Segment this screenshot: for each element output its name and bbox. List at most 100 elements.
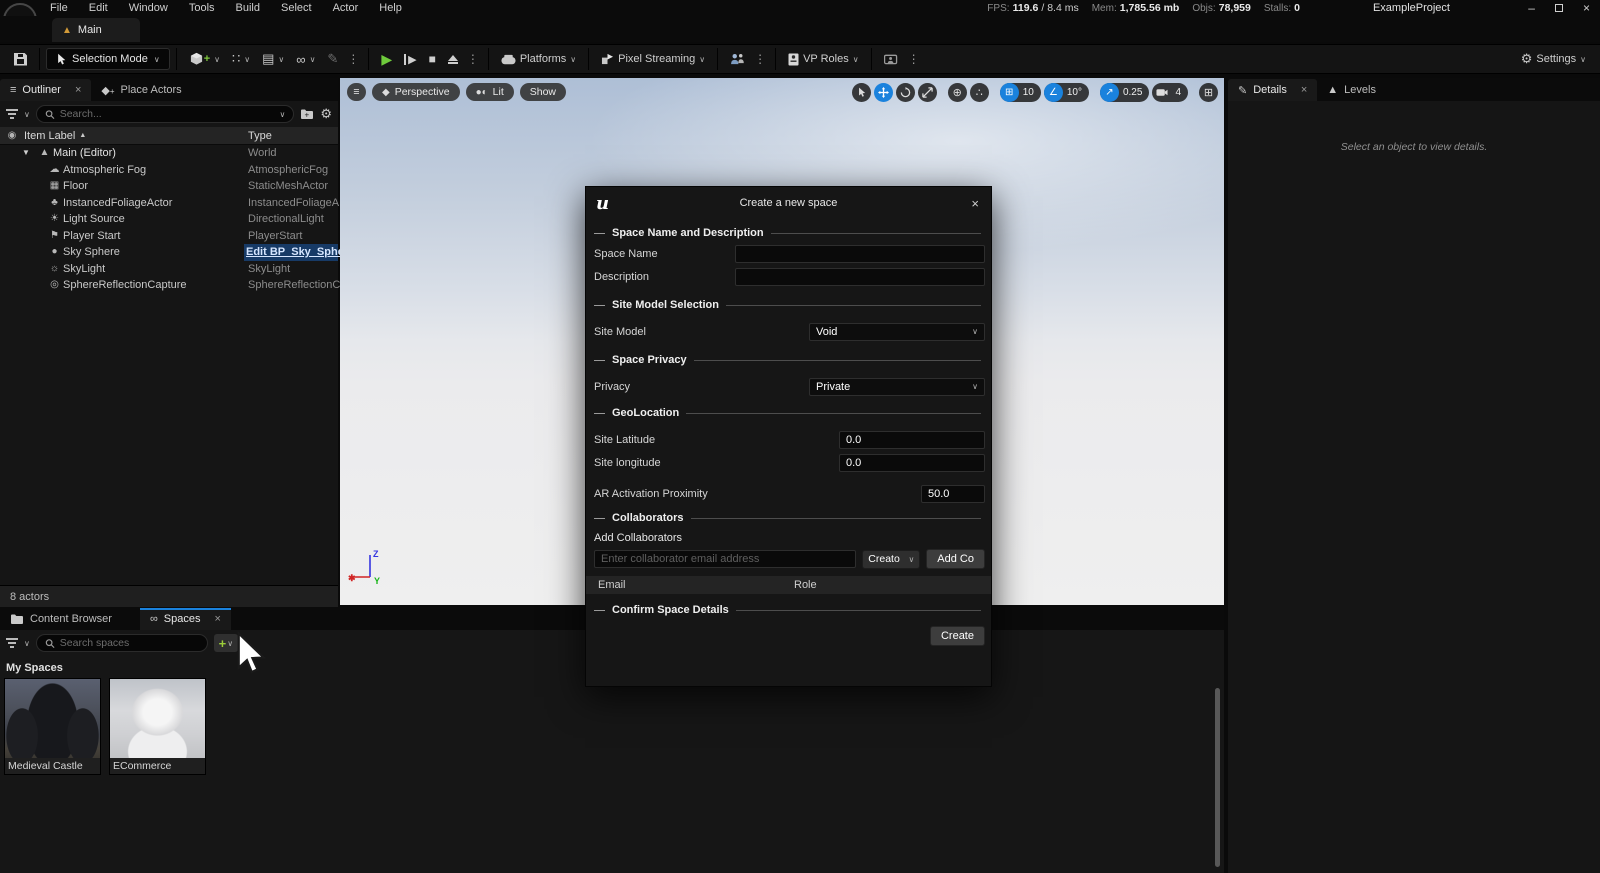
surface-snap-button[interactable]: ∴: [970, 83, 989, 102]
virtual-camera-button[interactable]: [878, 47, 905, 71]
menu-item[interactable]: Actor: [333, 2, 359, 14]
close-icon[interactable]: ×: [1583, 2, 1590, 14]
chevron-down-icon[interactable]: ∨: [24, 639, 30, 648]
space-card[interactable]: Medieval Castle: [4, 678, 101, 775]
filter-icon[interactable]: [6, 109, 18, 119]
close-icon[interactable]: ×: [75, 84, 81, 96]
add-collaborator-button[interactable]: Add Co: [926, 549, 985, 569]
more-options-icon[interactable]: ⋮: [344, 52, 362, 66]
space-card[interactable]: ECommerce: [109, 678, 206, 775]
play-options-icon[interactable]: ⋮: [464, 52, 482, 66]
collaborator-email-field[interactable]: [594, 550, 856, 568]
lit-dropdown[interactable]: ◐Lit: [466, 83, 514, 101]
menu-item[interactable]: Select: [281, 2, 312, 14]
menu-item[interactable]: Edit: [89, 2, 108, 14]
tree-row[interactable]: Player Start PlayerStart: [0, 228, 338, 245]
site-model-select[interactable]: Void∨: [809, 323, 985, 341]
menu-item[interactable]: Help: [379, 2, 402, 14]
menu-item[interactable]: Tools: [189, 2, 215, 14]
settings-dropdown[interactable]: ⚙Settings∨: [1515, 47, 1592, 71]
menu-item[interactable]: Build: [236, 2, 260, 14]
menu-item[interactable]: Window: [129, 2, 168, 14]
collab-button[interactable]: [724, 47, 751, 71]
scrollbar[interactable]: [1215, 688, 1220, 867]
maximize-icon[interactable]: [1555, 4, 1563, 12]
tree-row[interactable]: Main (Editor) World: [0, 145, 338, 162]
selection-mode-dropdown[interactable]: Selection Mode ∨: [46, 48, 170, 70]
tree-row[interactable]: SkyLight SkyLight: [0, 261, 338, 278]
search-input[interactable]: [60, 108, 275, 120]
viewport-menu-button[interactable]: ≡: [347, 83, 366, 101]
tab-levels[interactable]: ▲ Levels: [1317, 79, 1386, 101]
add-actor-dropdown[interactable]: +∨: [183, 47, 226, 71]
section-collaborators[interactable]: Collaborators: [594, 512, 981, 524]
tree-row[interactable]: Floor StaticMeshActor: [0, 178, 338, 195]
filter-icon[interactable]: [6, 638, 18, 648]
tree-row[interactable]: SphereReflectionCapture SphereReflection…: [0, 277, 338, 294]
platforms-dropdown[interactable]: Platforms∨: [495, 47, 582, 71]
grid-snap-control[interactable]: ⊞10: [1000, 83, 1041, 102]
camera-speed-control[interactable]: 4: [1152, 83, 1188, 102]
close-icon[interactable]: ×: [971, 196, 979, 211]
space-name-field[interactable]: [735, 245, 985, 263]
tree-row[interactable]: Light Source DirectionalLight: [0, 211, 338, 228]
section-space-privacy[interactable]: Space Privacy: [594, 354, 981, 366]
tab-details[interactable]: ✎ Details ×: [1228, 79, 1317, 101]
section-geolocation[interactable]: GeoLocation: [594, 407, 981, 419]
column-type[interactable]: Type: [248, 130, 272, 142]
frame-skip-button[interactable]: [398, 47, 422, 71]
ar-proximity-field[interactable]: [921, 485, 985, 503]
pixel-streaming-dropdown[interactable]: Pixel Streaming∨: [595, 47, 711, 71]
section-name-description[interactable]: Space Name and Description: [594, 227, 981, 239]
tree-row[interactable]: InstancedFoliageActor InstancedFoliageA: [0, 195, 338, 212]
close-icon[interactable]: ×: [1301, 84, 1307, 96]
tab-spaces[interactable]: ∞ Spaces ×: [140, 608, 231, 630]
vp-roles-dropdown[interactable]: VP Roles∨: [782, 47, 865, 71]
section-confirm[interactable]: Confirm Space Details: [594, 604, 981, 616]
cinematics-dropdown[interactable]: ▤∨: [256, 47, 290, 71]
privacy-select[interactable]: Private∨: [809, 378, 985, 396]
latitude-field[interactable]: [839, 431, 985, 449]
description-field[interactable]: [735, 268, 985, 286]
tab-outliner[interactable]: ≡ Outliner ×: [0, 79, 91, 101]
tab-place-actors[interactable]: ◆+ Place Actors: [91, 79, 191, 101]
role-select[interactable]: Creato∨: [862, 550, 920, 569]
stop-button[interactable]: ■: [423, 47, 442, 71]
chevron-down-icon[interactable]: ∨: [24, 110, 30, 119]
maximize-viewport-button[interactable]: ⊞: [1199, 83, 1218, 102]
rotation-snap-control[interactable]: ∠10°: [1044, 83, 1089, 102]
save-button[interactable]: [8, 47, 33, 71]
camera-options-icon[interactable]: ⋮: [905, 52, 923, 66]
link-dropdown[interactable]: ∞∨: [290, 47, 321, 71]
world-space-button[interactable]: ⊕: [948, 83, 967, 102]
folder-plus-icon[interactable]: +: [300, 108, 314, 120]
search-spaces-input[interactable]: [60, 637, 199, 649]
menu-item[interactable]: File: [50, 2, 68, 14]
select-tool-button[interactable]: [852, 83, 871, 102]
move-tool-button[interactable]: [874, 83, 893, 102]
gear-icon[interactable]: ⚙: [320, 106, 332, 122]
rotate-tool-button[interactable]: [896, 83, 915, 102]
chevron-down-icon[interactable]: ∨: [279, 110, 285, 119]
blueprints-dropdown[interactable]: ∷∨: [226, 47, 256, 71]
tree-row[interactable]: Atmospheric Fog AtmosphericFog: [0, 162, 338, 179]
tab-main[interactable]: ▲ Main: [52, 18, 140, 42]
section-site-model[interactable]: Site Model Selection: [594, 299, 981, 311]
minimize-icon[interactable]: –: [1528, 2, 1535, 14]
eye-icon[interactable]: ◉: [0, 130, 24, 141]
tab-content-browser[interactable]: Content Browser: [0, 608, 122, 630]
close-icon[interactable]: ×: [214, 613, 220, 625]
play-button[interactable]: ▶: [375, 47, 398, 71]
eject-button[interactable]: [442, 47, 464, 71]
create-button[interactable]: Create: [930, 626, 985, 646]
longitude-field[interactable]: [839, 454, 985, 472]
column-item-label[interactable]: Item Label: [24, 130, 75, 142]
collab-options-icon[interactable]: ⋮: [751, 52, 769, 66]
show-dropdown[interactable]: Show: [520, 83, 566, 101]
scale-tool-button[interactable]: [918, 83, 937, 102]
scale-snap-control[interactable]: ↗0.25: [1100, 83, 1149, 102]
paint-button[interactable]: ✎: [321, 47, 344, 71]
tree-row[interactable]: Sky Sphere Edit BP_Sky_Sphe: [0, 244, 338, 261]
expand-caret-icon[interactable]: [22, 145, 36, 162]
perspective-dropdown[interactable]: ◆Perspective: [372, 83, 460, 101]
